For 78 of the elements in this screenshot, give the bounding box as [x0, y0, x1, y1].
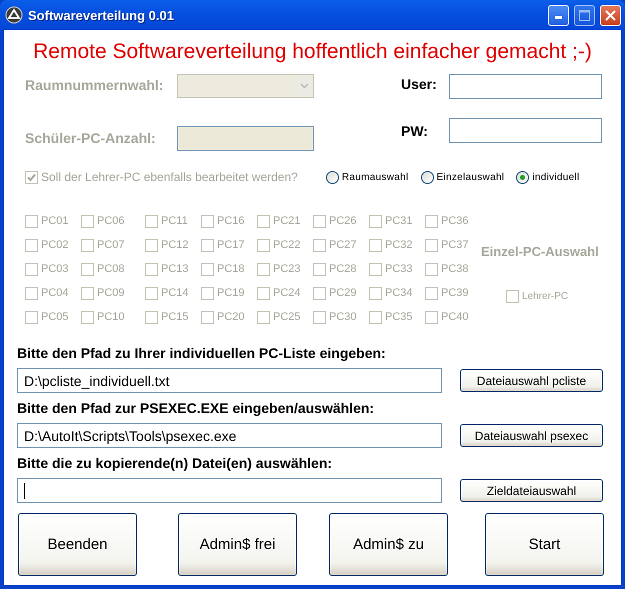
- pc-label: PC21: [273, 215, 301, 227]
- path-field[interactable]: D:\AutoIt\Scripts\Tools\psexec.exe: [17, 423, 442, 448]
- pc-label: PC14: [161, 287, 189, 299]
- action-button[interactable]: Admin$ zu: [329, 513, 448, 576]
- pc-label: PC23: [273, 263, 301, 275]
- pc-label: PC25: [273, 311, 301, 323]
- pc-label: PC30: [329, 311, 357, 323]
- pc-label: PC12: [161, 239, 189, 251]
- pc-label: PC20: [217, 311, 245, 323]
- chevron-down-icon: [300, 83, 308, 89]
- pc-label: PC32: [385, 239, 413, 251]
- pc-label: PC03: [41, 263, 69, 275]
- radio-button[interactable]: [326, 170, 339, 184]
- pc-label: PC35: [385, 311, 413, 323]
- pc-label: PC11: [161, 215, 188, 227]
- action-button[interactable]: Start: [485, 513, 604, 576]
- radio-button[interactable]: [420, 170, 434, 184]
- pc-label: PC39: [441, 287, 469, 299]
- app-icon: [5, 6, 23, 24]
- pc-label: PC24: [273, 287, 301, 299]
- user-field[interactable]: [449, 74, 602, 99]
- browse-button[interactable]: Dateiauswahl pcliste: [460, 369, 603, 392]
- path-label: Bitte den Pfad zur PSEXEC.EXE eingeben/auswählen:: [17, 400, 376, 418]
- pc-label: PC13: [161, 263, 189, 275]
- pc-label: PC19: [217, 287, 245, 299]
- pc-label: PC05: [41, 311, 69, 323]
- minimize-button[interactable]: [548, 4, 569, 26]
- browse-button[interactable]: Dateiauswahl psexec: [460, 424, 603, 447]
- path-field[interactable]: [17, 478, 442, 503]
- pc-label: PC33: [385, 263, 413, 275]
- check-icon: [27, 172, 36, 182]
- room-label: Raumnummernwahl:: [25, 76, 164, 93]
- window-title: Softwareverteilung 0.01: [28, 8, 175, 22]
- pc-label: PC38: [441, 263, 469, 275]
- radio-label: Raumauswahl: [342, 172, 408, 182]
- maximize-button[interactable]: [574, 4, 595, 26]
- group-title: Einzel-PC-Auswahl: [481, 244, 599, 259]
- pc-label: PC40: [441, 311, 469, 323]
- pc-label: PC27: [329, 239, 357, 251]
- pc-label: PC18: [217, 263, 245, 275]
- action-button[interactable]: Admin$ frei: [178, 513, 297, 576]
- pc-label: PC08: [97, 263, 125, 275]
- close-button[interactable]: [600, 4, 621, 26]
- pc-label: PC37: [441, 239, 469, 251]
- pc-count-label: Schüler-PC-Anzahl:: [25, 129, 157, 146]
- pc-label: PC09: [97, 287, 125, 299]
- pc-label: PC02: [41, 239, 69, 251]
- pc-label: PC16: [217, 215, 245, 227]
- path-field[interactable]: D:\pcliste_individuell.txt: [17, 368, 442, 393]
- path-label: Bitte den Pfad zu Ihrer individuellen PC-Liste eingeben:: [17, 345, 387, 363]
- pc-label: PC28: [329, 263, 357, 275]
- radio-label: individuell: [532, 172, 580, 182]
- radio-label: Einzelauswahl: [436, 172, 504, 182]
- pc-label: PC36: [441, 215, 469, 227]
- pc-label: PC17: [217, 239, 245, 251]
- path-label: Bitte die zu kopierende(n) Datei(en) auswählen:: [17, 455, 334, 473]
- headline: Remote Softwareverteilung hoffentlich einfacher gemacht ;-): [33, 40, 592, 63]
- pc-label: PC22: [273, 239, 301, 251]
- pc-label: PC10: [97, 311, 125, 323]
- checkbox-label: Soll der Lehrer-PC ebenfalls bearbeitet werden?: [41, 170, 298, 184]
- pc-label: PC04: [41, 287, 69, 299]
- pc-label: PC34: [385, 287, 413, 299]
- password-label: PW:: [401, 122, 429, 139]
- radio-button[interactable]: [516, 170, 530, 184]
- pc-label: PC07: [97, 239, 125, 251]
- pc-label: PC31: [385, 215, 413, 227]
- pc-label: PC29: [329, 287, 357, 299]
- user-label: User:: [401, 75, 438, 92]
- pc-label: PC06: [97, 215, 125, 227]
- maximize-icon: [579, 10, 590, 20]
- close-icon: [605, 10, 616, 20]
- teacher-pc-label: Lehrer-PC: [522, 291, 568, 302]
- pc-label: PC01: [41, 215, 69, 227]
- pc-label: PC26: [329, 215, 357, 227]
- action-button[interactable]: Beenden: [18, 513, 137, 576]
- password-field[interactable]: [449, 118, 602, 143]
- browse-button[interactable]: Zieldateiauswahl: [460, 479, 603, 502]
- pc-label: PC15: [161, 311, 189, 323]
